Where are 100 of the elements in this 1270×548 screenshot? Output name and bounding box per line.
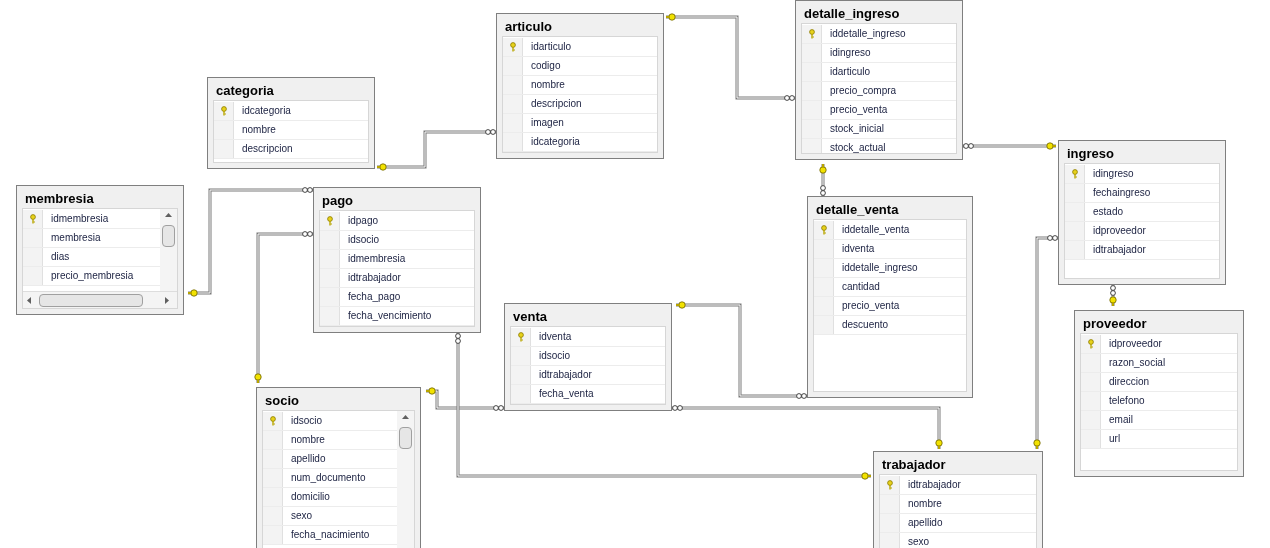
scroll-up-icon[interactable] [402, 415, 409, 419]
row-selector[interactable] [802, 63, 822, 81]
table-card[interactable]: articulo idarticulo codigo nombre descripcion imagen idcategoria [496, 13, 664, 159]
row-selector[interactable] [320, 288, 340, 306]
column-name: nombre [530, 78, 565, 92]
column-name: fecha_venta [538, 387, 594, 401]
column-name: sexo [907, 535, 930, 548]
row-selector[interactable] [814, 221, 834, 239]
row-selector[interactable] [802, 139, 822, 153]
key-icon [808, 29, 815, 39]
row-selector[interactable] [214, 140, 234, 158]
table-card[interactable]: categoria idcategoria nombre descripcion [207, 77, 375, 169]
row-selector[interactable] [1081, 373, 1101, 391]
column-name: nombre [241, 123, 276, 137]
table-card[interactable]: proveedor idproveedor razon_social direccion telefono email url [1074, 310, 1244, 477]
row-selector[interactable] [263, 450, 283, 468]
row-selector[interactable] [320, 269, 340, 287]
column-name: sexo [290, 509, 313, 523]
row-selector[interactable] [880, 533, 900, 548]
row-selector[interactable] [802, 25, 822, 43]
table-card[interactable]: ingreso idingreso fechaingreso estado idproveedor idtrabajador [1058, 140, 1226, 285]
relationship-connector [819, 163, 827, 197]
row-selector[interactable] [503, 76, 523, 94]
vertical-scrollbar[interactable] [160, 209, 177, 291]
row-selector[interactable] [1065, 203, 1085, 221]
row-selector[interactable] [814, 297, 834, 315]
row-selector[interactable] [1081, 430, 1101, 448]
horizontal-scrollbar[interactable] [23, 291, 177, 308]
row-selector[interactable] [214, 121, 234, 139]
row-selector[interactable] [1065, 222, 1085, 240]
scroll-right-icon[interactable] [165, 296, 169, 304]
column-name: nombre [907, 497, 942, 511]
row-selector[interactable] [814, 278, 834, 296]
column-name: idpago [347, 214, 379, 228]
row-selector[interactable] [263, 469, 283, 487]
row-selector[interactable] [802, 82, 822, 100]
row-selector[interactable] [511, 385, 531, 403]
scrollbar-thumb[interactable] [162, 225, 175, 247]
vertical-scrollbar[interactable] [397, 411, 414, 548]
row-selector[interactable] [320, 212, 340, 230]
row-selector[interactable] [880, 495, 900, 513]
scroll-up-icon[interactable] [165, 213, 172, 217]
table-card[interactable]: membresia idmembresia membresia dias precio_membresia [16, 185, 184, 315]
column-name: idtrabajador [538, 368, 592, 382]
row-selector[interactable] [880, 514, 900, 532]
table-card[interactable]: venta idventa idsocio idtrabajador fecha_venta [504, 303, 672, 411]
table-title: trabajador [881, 456, 947, 474]
row-selector[interactable] [214, 102, 234, 120]
row-selector[interactable] [503, 114, 523, 132]
row-selector[interactable] [802, 120, 822, 138]
column-name: telefono [1108, 394, 1145, 408]
column-name: direccion [1108, 375, 1150, 389]
column-name: estado [1092, 205, 1124, 219]
row-selector[interactable] [1081, 335, 1101, 353]
row-selector[interactable] [1081, 392, 1101, 410]
row-selector[interactable] [503, 38, 523, 56]
row-selector[interactable] [1065, 241, 1085, 259]
scrollbar-thumb[interactable] [399, 427, 412, 449]
scrollbar-thumb[interactable] [39, 293, 143, 307]
column-name: precio_compra [829, 84, 897, 98]
table-card[interactable]: detalle_ingreso iddetalle_ingreso idingreso idarticulo precio_compra precio_venta stock_inicial stock_actual [795, 0, 963, 160]
row-selector[interactable] [503, 133, 523, 151]
row-selector[interactable] [23, 248, 43, 266]
row-selector[interactable] [503, 57, 523, 75]
row-selector[interactable] [511, 328, 531, 346]
relationship-connector [1109, 284, 1117, 307]
row-selector[interactable] [814, 259, 834, 277]
row-selector[interactable] [320, 250, 340, 268]
key-icon [517, 332, 524, 342]
row-selector[interactable] [511, 347, 531, 365]
row-selector[interactable] [1081, 354, 1101, 372]
row-selector[interactable] [320, 307, 340, 325]
table-card[interactable]: pago idpago idsocio idmembresia idtrabajador fecha_pago fecha_vencimiento [313, 187, 481, 333]
table-card[interactable]: detalle_venta iddetalle_venta idventa iddetalle_ingreso cantidad precio_venta descuento [807, 196, 973, 398]
row-selector[interactable] [802, 44, 822, 62]
row-selector[interactable] [1081, 411, 1101, 429]
row-selector[interactable] [880, 476, 900, 494]
row-selector[interactable] [263, 431, 283, 449]
row-selector[interactable] [814, 240, 834, 258]
table-card[interactable]: trabajador idtrabajador nombre apellido sexo [873, 451, 1043, 548]
row-selector[interactable] [503, 95, 523, 113]
row-selector[interactable] [1065, 184, 1085, 202]
column-name: iddetalle_ingreso [841, 261, 918, 275]
row-selector[interactable] [23, 229, 43, 247]
row-selector[interactable] [1065, 165, 1085, 183]
row-selector[interactable] [814, 316, 834, 334]
scroll-left-icon[interactable] [27, 296, 31, 304]
row-selector[interactable] [263, 507, 283, 525]
column-name: idmembresia [347, 252, 406, 266]
row-selector[interactable] [263, 488, 283, 506]
row-selector[interactable] [511, 366, 531, 384]
row-selector[interactable] [23, 267, 43, 285]
row-selector[interactable] [802, 101, 822, 119]
column-name: idventa [538, 330, 572, 344]
row-selector[interactable] [23, 210, 43, 228]
table-card[interactable]: socio idsocio nombre apellido num_documento domicilio sexo fecha_nacimiento [256, 387, 421, 548]
row-selector[interactable] [263, 412, 283, 430]
row-selector[interactable] [263, 526, 283, 544]
key-icon [509, 42, 516, 52]
row-selector[interactable] [320, 231, 340, 249]
